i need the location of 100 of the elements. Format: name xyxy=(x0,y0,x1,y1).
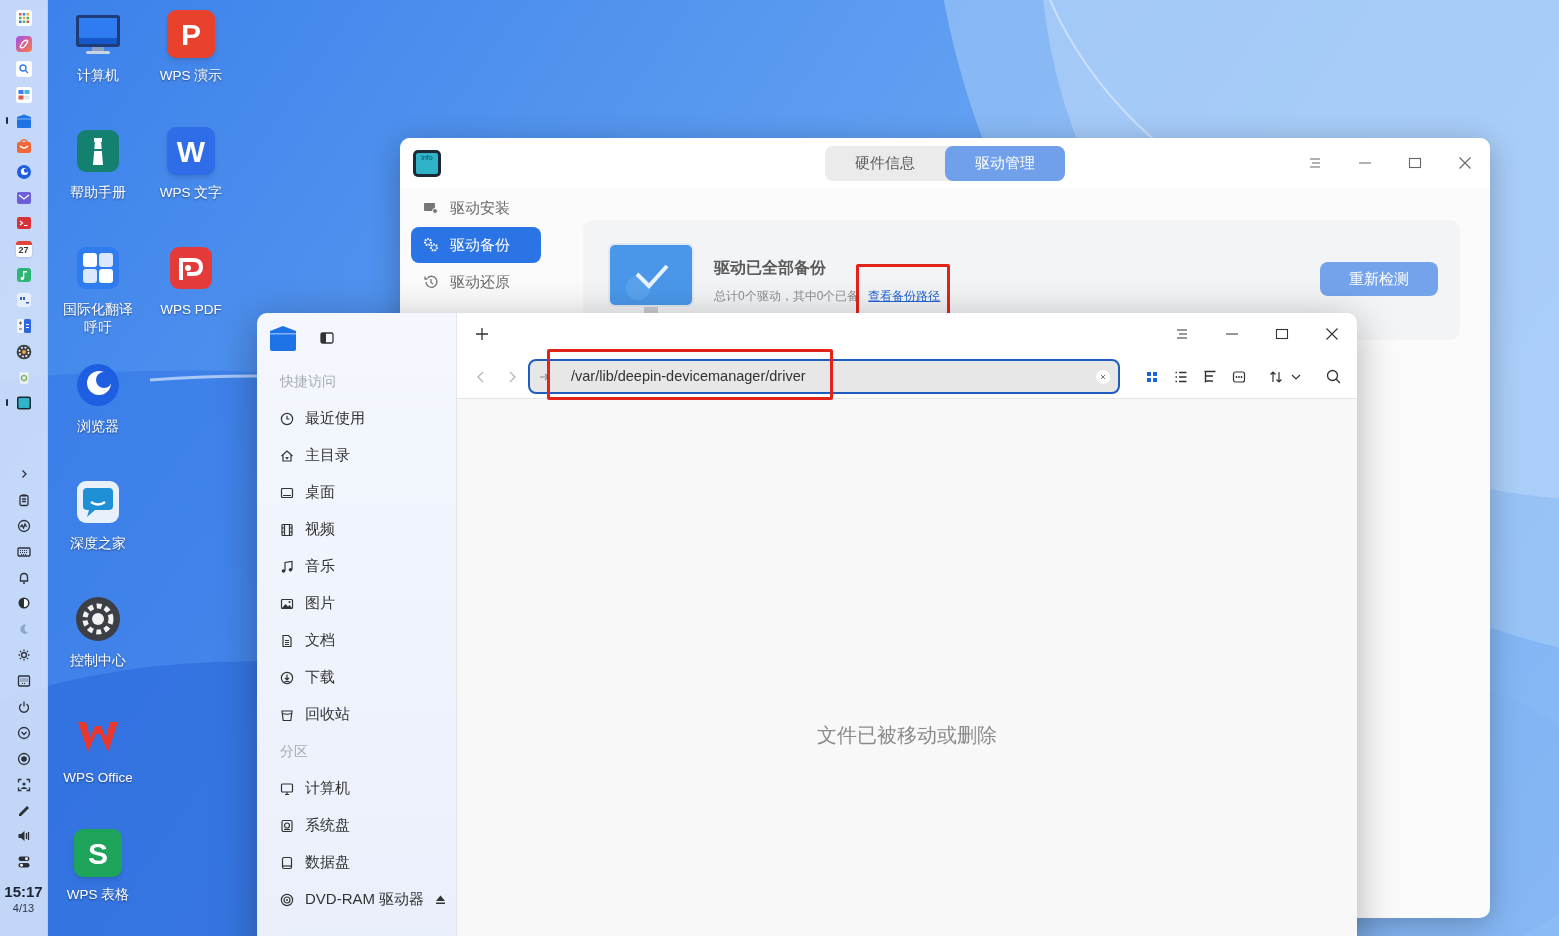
sidebar-item[interactable]: 驱动备份 xyxy=(411,227,541,263)
sidebar-item[interactable]: 主目录 xyxy=(257,437,456,474)
clipboard-icon[interactable] xyxy=(16,492,31,507)
gauge-icon[interactable] xyxy=(16,518,31,533)
icon-label[interactable]: 国际化翻译呼吁 xyxy=(60,301,136,337)
sidebar-toggle-button[interactable] xyxy=(319,330,335,346)
trash-icon xyxy=(280,707,294,722)
house-icon xyxy=(280,448,294,463)
terminal-icon[interactable] xyxy=(15,215,32,232)
sidebar-item[interactable]: 文档 xyxy=(257,622,456,659)
icon-label[interactable]: 浏览器 xyxy=(60,418,136,436)
app-icon[interactable]: P xyxy=(167,10,215,58)
volume-icon[interactable] xyxy=(16,829,31,844)
icon-label[interactable]: WPS 文字 xyxy=(153,184,229,202)
brightness-icon[interactable] xyxy=(16,648,31,663)
list-icon xyxy=(1174,369,1188,384)
sidebar-item[interactable]: 下载 xyxy=(257,659,456,696)
new-tab-button[interactable] xyxy=(474,326,490,342)
screenshot-icon[interactable] xyxy=(16,777,31,792)
chevron-circle-icon[interactable] xyxy=(16,725,31,740)
clear-button[interactable] xyxy=(1096,369,1110,384)
mail-icon[interactable] xyxy=(15,189,32,206)
gear-icon[interactable] xyxy=(15,343,32,360)
close-icon xyxy=(1325,327,1339,341)
chat-app-icon[interactable] xyxy=(74,478,122,526)
monitor-check-icon xyxy=(608,243,694,315)
pdf-app-icon[interactable] xyxy=(167,244,215,292)
sidebar-item[interactable]: 视频 xyxy=(257,511,456,548)
sort-icon xyxy=(1269,369,1303,384)
film-icon xyxy=(280,522,294,537)
tab[interactable]: 硬件信息 xyxy=(825,145,945,181)
maximize-icon xyxy=(1408,156,1422,170)
sidebar-item[interactable]: 计算机 xyxy=(257,770,456,807)
search-button[interactable] xyxy=(1325,368,1341,385)
contrast-icon[interactable] xyxy=(16,596,31,611)
tiles-icon[interactable] xyxy=(15,86,32,103)
sidebar-item[interactable]: 图片 xyxy=(257,585,456,622)
record-icon[interactable] xyxy=(16,751,31,766)
sidebar-item[interactable]: 数据盘 xyxy=(257,844,456,881)
swirl-app-icon[interactable] xyxy=(15,35,32,52)
sidebar-item[interactable]: 最近使用 xyxy=(257,400,456,437)
folder-icon xyxy=(269,324,297,352)
view-mode-button[interactable] xyxy=(1231,368,1247,385)
sidebar-item[interactable]: DVD-RAM 驱动器 xyxy=(257,881,456,918)
download-icon xyxy=(280,670,294,685)
drive-gear-icon xyxy=(423,200,439,216)
icon-label[interactable]: 计算机 xyxy=(60,67,136,85)
menu-icon xyxy=(1308,156,1322,170)
menu-icon xyxy=(1175,327,1189,341)
icon-label[interactable]: WPS 表格 xyxy=(60,886,136,904)
quote-icon[interactable] xyxy=(15,292,32,309)
chevron-right-icon xyxy=(507,370,517,383)
eject-button[interactable] xyxy=(435,893,447,906)
folder-icon[interactable] xyxy=(15,112,32,129)
browser-icon[interactable] xyxy=(15,163,32,180)
close-icon xyxy=(1100,373,1106,380)
device-info-icon[interactable] xyxy=(15,395,32,412)
icon-label[interactable]: WPS Office xyxy=(60,769,136,787)
app-icon[interactable]: W xyxy=(167,127,215,175)
app-icon[interactable]: S xyxy=(74,829,122,877)
address-field[interactable]: /var/lib/deepin-devicemanager/driver xyxy=(528,359,1120,394)
view-mode-button[interactable] xyxy=(1202,368,1218,385)
lighthouse-app-icon[interactable] xyxy=(74,127,122,175)
calendar-icon[interactable]: 27 xyxy=(15,241,32,258)
icon-label[interactable]: 深度之家 xyxy=(60,535,136,553)
history-icon xyxy=(423,274,439,290)
empty-message: 文件已被移动或删除 xyxy=(817,722,997,748)
sidebar-item[interactable]: 系统盘 xyxy=(257,807,456,844)
monitor-icon xyxy=(280,781,294,796)
document-icon xyxy=(280,633,294,648)
icon-label[interactable]: 帮助手册 xyxy=(60,184,136,202)
search-icon[interactable] xyxy=(15,61,32,78)
address-input[interactable]: /var/lib/deepin-devicemanager/driver xyxy=(571,365,1096,388)
close-icon xyxy=(1458,156,1472,170)
icon-label[interactable]: WPS PDF xyxy=(153,301,229,319)
toggles-icon[interactable] xyxy=(16,855,31,870)
shopping-bag-icon[interactable] xyxy=(15,138,32,155)
sidebar-item[interactable]: 音乐 xyxy=(257,548,456,585)
keyboard-icon[interactable] xyxy=(16,544,31,559)
clock-icon xyxy=(280,411,294,426)
browser-icon[interactable] xyxy=(74,361,122,409)
pen-icon[interactable] xyxy=(16,803,31,818)
calculator-icon[interactable] xyxy=(15,318,32,335)
music-note-icon xyxy=(280,559,294,574)
sidebar-item[interactable]: 桌面 xyxy=(257,474,456,511)
sidebar-item[interactable]: 驱动安装 xyxy=(411,190,541,226)
gear-icon[interactable] xyxy=(74,595,122,643)
power-icon[interactable] xyxy=(16,699,31,714)
icon-label[interactable]: WPS 演示 xyxy=(153,67,229,85)
search-icon xyxy=(1325,369,1341,384)
keyboard-icon[interactable] xyxy=(16,674,31,689)
music-icon[interactable] xyxy=(15,266,32,283)
tree-view-icon xyxy=(1203,369,1217,384)
sidebar-item[interactable]: 回收站 xyxy=(257,696,456,733)
launcher-grid-icon[interactable] xyxy=(15,9,32,26)
section-heading: 快捷访问 xyxy=(278,372,337,391)
sidebar-item[interactable]: 驱动还原 xyxy=(411,264,541,300)
link[interactable]: 查看备份路径 xyxy=(868,290,941,302)
icon-label[interactable]: 控制中心 xyxy=(60,652,136,670)
translate-app-icon[interactable] xyxy=(74,244,122,292)
